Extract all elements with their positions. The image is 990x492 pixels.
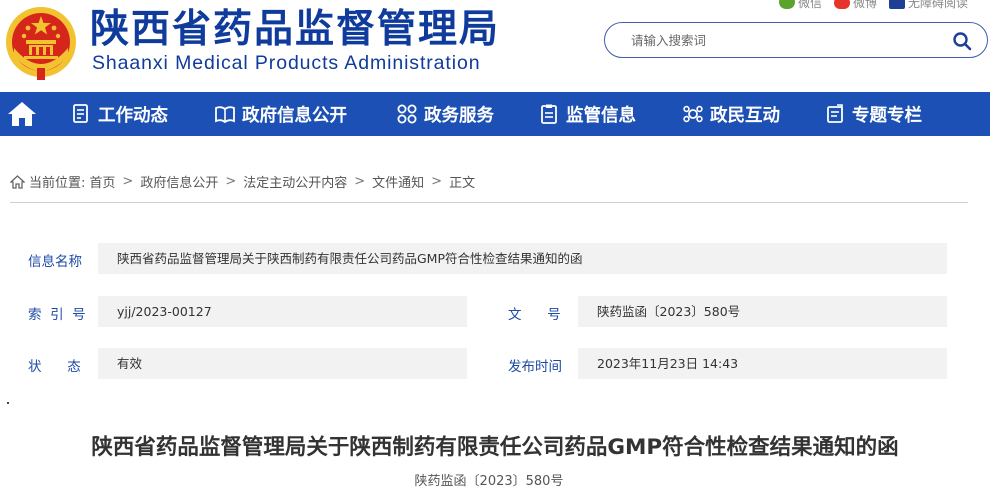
search-icon[interactable] [951, 30, 973, 52]
accessibility-icon [888, 0, 905, 9]
breadcrumb: 当前位置: 首页 > 政府信息公开 > 法定主动公开内容 > 文件通知 > 正文 [10, 172, 475, 191]
site-subtitle: Shaanxi Medical Products Administration [92, 52, 481, 74]
chevron-right-icon: > [122, 174, 134, 189]
info-name-label: 信息名称 [28, 254, 82, 270]
top-links: 微信 微博 无障碍阅读 [778, 0, 968, 10]
home-button[interactable] [0, 92, 44, 136]
nav-label: 政务服务 [424, 105, 494, 126]
accessibility-link[interactable]: 无障碍阅读 [888, 0, 968, 10]
wechat-icon [778, 0, 795, 9]
document-list-icon [73, 104, 88, 123]
nav-label: 监管信息 [566, 105, 636, 126]
breadcrumb-gov-info[interactable]: 政府信息公开 [140, 172, 218, 191]
nav-label: 政府信息公开 [242, 105, 347, 126]
stray-dot [7, 402, 9, 404]
weibo-icon [833, 0, 850, 9]
site-header: 陕西省药品监督管理局 Shaanxi Medical Products Admi… [0, 0, 990, 90]
site-title: 陕西省药品监督管理局 [90, 7, 501, 52]
clipboard-icon [541, 104, 557, 124]
national-emblem-icon [6, 7, 76, 80]
nav-item-interaction[interactable]: 政民互动 [682, 92, 780, 136]
nav-item-gov-info[interactable]: 政府信息公开 [214, 92, 347, 136]
info-status-value: 有效 [98, 348, 467, 379]
info-docno-value: 陕药监函〔2023〕580号 [578, 296, 947, 327]
breadcrumb-divider [10, 202, 968, 203]
search-input[interactable] [631, 31, 931, 49]
wechat-link[interactable]: 微信 [778, 0, 822, 10]
home-small-icon [10, 174, 25, 189]
info-name-value: 陕西省药品监督管理局关于陕西制药有限责任公司药品GMP符合性检查结果通知的函 [98, 243, 947, 274]
info-date-label: 发布时间 [508, 359, 562, 375]
breadcrumb-prefix: 当前位置: [29, 176, 86, 191]
book-icon [215, 106, 235, 124]
home-icon [8, 102, 36, 126]
nav-label: 专题专栏 [852, 105, 922, 126]
breadcrumb-statutory[interactable]: 法定主动公开内容 [243, 172, 347, 191]
main-nav: 工作动态 政府信息公开 政务服务 监管信息 政民互动 专题专栏 [0, 92, 990, 136]
chevron-right-icon: > [225, 174, 237, 189]
article-title: 陕西省药品监督管理局关于陕西制药有限责任公司药品GMP符合性检查结果通知的函 [91, 435, 899, 460]
chevron-right-icon: > [354, 174, 366, 189]
info-status-label: 状 态 [28, 359, 81, 375]
topic-icon [827, 104, 843, 123]
grid-service-icon [397, 104, 417, 124]
search-box [604, 22, 988, 58]
breadcrumb-notices[interactable]: 文件通知 [372, 172, 424, 191]
breadcrumb-current: 正文 [449, 176, 476, 191]
weibo-link[interactable]: 微博 [833, 0, 877, 10]
info-index-value: yjj/2023-00127 [98, 296, 467, 327]
info-docno-label: 文 号 [508, 307, 561, 323]
chevron-right-icon: > [431, 174, 443, 189]
nav-item-services[interactable]: 政务服务 [396, 92, 494, 136]
info-index-label: 索 引 号 [28, 307, 86, 323]
nav-label: 政民互动 [710, 105, 780, 126]
breadcrumb-home[interactable]: 首页 [89, 172, 115, 191]
nav-item-supervision[interactable]: 监管信息 [538, 92, 636, 136]
weibo-label: 微博 [852, 0, 877, 10]
nav-item-topics[interactable]: 专题专栏 [824, 92, 922, 136]
nav-label: 工作动态 [98, 105, 168, 126]
article-doc-number: 陕药监函〔2023〕580号 [414, 474, 564, 489]
wechat-label: 微信 [797, 0, 822, 10]
accessibility-label: 无障碍阅读 [907, 0, 968, 10]
interaction-icon [683, 105, 703, 123]
info-date-value: 2023年11月23日 14:43 [578, 348, 947, 379]
nav-item-work-news[interactable]: 工作动态 [70, 92, 168, 136]
